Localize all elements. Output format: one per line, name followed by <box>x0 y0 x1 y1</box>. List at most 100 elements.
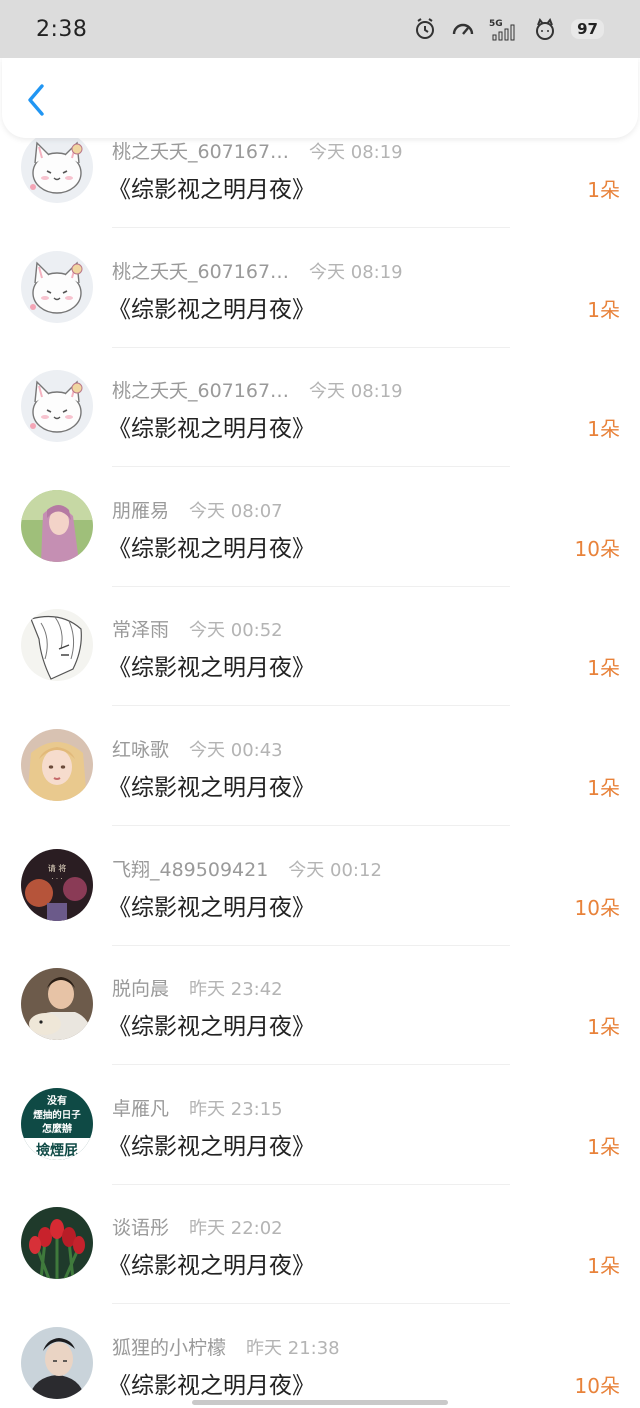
gift-record-row[interactable]: 脱向晨 昨天 23:42 《综影视之明月夜》 1朵 <box>0 964 640 1084</box>
status-time: 2:38 <box>36 16 88 42</box>
book-title[interactable]: 《综影视之明月夜》 <box>108 1127 315 1161</box>
gift-record-row[interactable]: 狐狸的小柠檬 昨天 21:38 《综影视之明月夜》 10朵 <box>0 1323 640 1408</box>
record-meta: 桃之夭夭_607167… 今天 08:19 <box>112 376 403 403</box>
user-avatar[interactable] <box>21 1207 93 1279</box>
record-meta: 飞翔_489509421 今天 00:12 <box>112 855 382 882</box>
signal-icon: 5G <box>489 17 519 41</box>
chevron-left-icon <box>28 84 44 116</box>
username[interactable]: 桃之夭夭_607167… <box>112 137 289 164</box>
record-meta: 桃之夭夭_607167… 今天 08:19 <box>112 257 403 284</box>
username[interactable]: 卓雁凡 <box>112 1094 169 1121</box>
username[interactable]: 狐狸的小柠檬 <box>112 1333 226 1360</box>
flower-amount: 1朵 <box>587 178 620 202</box>
gift-record-row[interactable]: 没有 煙抽的日子 怎麼辦 撿煙屁 卓雁凡 昨天 23:15 《综影视之明月夜》 1朵 <box>0 1084 640 1204</box>
user-avatar[interactable]: 没有煙抽的日子 怎麼辦撿煙屁 <box>21 1088 93 1160</box>
status-icons: 5G 97 <box>413 17 604 41</box>
username[interactable]: 谈语彤 <box>112 1213 169 1240</box>
svg-text:怎麼辦: 怎麼辦 <box>42 1122 72 1135</box>
home-indicator <box>192 1400 448 1405</box>
svg-text:请 将: 请 将 <box>48 863 67 873</box>
row-divider <box>112 466 510 467</box>
username[interactable]: 桃之夭夭_607167… <box>112 376 289 403</box>
timestamp: 昨天 23:15 <box>189 1099 283 1120</box>
timestamp: 今天 08:07 <box>189 501 283 522</box>
row-divider <box>112 1064 510 1065</box>
book-title[interactable]: 《综影视之明月夜》 <box>108 648 315 682</box>
user-avatar[interactable] <box>21 1327 93 1399</box>
row-divider <box>112 825 510 826</box>
book-title[interactable]: 《综影视之明月夜》 <box>108 529 315 563</box>
top-nav-bar <box>2 58 638 138</box>
user-avatar[interactable] <box>21 370 93 442</box>
user-avatar[interactable] <box>21 729 93 801</box>
flower-amount: 1朵 <box>587 656 620 680</box>
status-bar: 2:38 5G 97 <box>0 0 640 58</box>
network-label: 5G <box>489 19 503 29</box>
user-avatar[interactable] <box>21 251 93 323</box>
timestamp: 昨天 21:38 <box>246 1338 340 1359</box>
row-divider <box>112 1184 510 1185</box>
username[interactable]: 飞翔_489509421 <box>112 855 268 882</box>
flower-amount: 1朵 <box>587 776 620 800</box>
book-title[interactable]: 《综影视之明月夜》 <box>108 888 315 922</box>
svg-text:· · ·: · · · <box>51 875 62 883</box>
record-meta: 常泽雨 今天 00:52 <box>112 615 283 642</box>
book-title[interactable]: 《综影视之明月夜》 <box>108 290 315 324</box>
gift-record-row[interactable]: 桃之夭夭_607167… 今天 08:19 《综影视之明月夜》 1朵 <box>0 247 640 367</box>
book-title[interactable]: 《综影视之明月夜》 <box>108 1007 315 1041</box>
username[interactable]: 朋雁易 <box>112 496 169 523</box>
book-title[interactable]: 《综影视之明月夜》 <box>108 1246 315 1280</box>
record-meta: 脱向晨 昨天 23:42 <box>112 974 283 1001</box>
book-title[interactable]: 《综影视之明月夜》 <box>108 1366 315 1400</box>
gift-record-row[interactable]: 红咏歌 今天 00:43 《综影视之明月夜》 1朵 <box>0 725 640 845</box>
record-meta: 卓雁凡 昨天 23:15 <box>112 1094 283 1121</box>
username[interactable]: 常泽雨 <box>112 615 169 642</box>
gift-record-row[interactable]: 常泽雨 今天 00:52 《综影视之明月夜》 1朵 <box>0 605 640 725</box>
gift-record-row[interactable]: 桃之夭夭_607167… 今天 08:19 《综影视之明月夜》 1朵 <box>0 127 640 247</box>
username[interactable]: 红咏歌 <box>112 735 169 762</box>
svg-text:煙抽的日子: 煙抽的日子 <box>33 1109 81 1121</box>
record-meta: 桃之夭夭_607167… 今天 08:19 <box>112 137 403 164</box>
row-divider <box>112 705 510 706</box>
alarm-icon <box>413 17 437 41</box>
gift-record-row[interactable]: 桃之夭夭_607167… 今天 08:19 《综影视之明月夜》 1朵 <box>0 366 640 486</box>
timestamp: 今天 00:12 <box>288 860 382 881</box>
timestamp: 昨天 23:42 <box>189 979 283 1000</box>
book-title[interactable]: 《综影视之明月夜》 <box>108 768 315 802</box>
flower-amount: 10朵 <box>574 896 620 920</box>
user-avatar[interactable] <box>21 490 93 562</box>
book-title[interactable]: 《综影视之明月夜》 <box>108 409 315 443</box>
user-avatar[interactable] <box>21 609 93 681</box>
svg-text:撿煙屁: 撿煙屁 <box>36 1142 78 1159</box>
gift-record-row[interactable]: 谈语彤 昨天 22:02 《综影视之明月夜》 1朵 <box>0 1203 640 1323</box>
timestamp: 今天 08:19 <box>309 381 403 402</box>
record-meta: 朋雁易 今天 08:07 <box>112 496 283 523</box>
svg-text:没有: 没有 <box>47 1094 67 1107</box>
record-meta: 狐狸的小柠檬 昨天 21:38 <box>112 1333 340 1360</box>
user-avatar[interactable]: 请 将 · · · <box>21 849 93 921</box>
flower-amount: 1朵 <box>587 1135 620 1159</box>
flower-amount: 10朵 <box>574 1374 620 1398</box>
wifi-cat-icon <box>533 17 557 41</box>
timestamp: 今天 08:19 <box>309 142 403 163</box>
timestamp: 昨天 22:02 <box>189 1218 283 1239</box>
row-divider <box>112 347 510 348</box>
book-title[interactable]: 《综影视之明月夜》 <box>108 170 315 204</box>
flower-amount: 10朵 <box>574 537 620 561</box>
back-button[interactable] <box>20 80 52 120</box>
timestamp: 今天 08:19 <box>309 262 403 283</box>
row-divider <box>112 586 510 587</box>
record-meta: 红咏歌 今天 00:43 <box>112 735 283 762</box>
username[interactable]: 脱向晨 <box>112 974 169 1001</box>
row-divider <box>112 945 510 946</box>
gift-record-row[interactable]: 请 将 · · · 飞翔_489509421 今天 00:12 《综影视之明月夜》 10朵 <box>0 845 640 965</box>
flower-amount: 1朵 <box>587 417 620 441</box>
gift-record-row[interactable]: 朋雁易 今天 08:07 《综影视之明月夜》 10朵 <box>0 486 640 606</box>
user-avatar[interactable] <box>21 131 93 203</box>
row-divider <box>112 227 510 228</box>
username[interactable]: 桃之夭夭_607167… <box>112 257 289 284</box>
flower-amount: 1朵 <box>587 298 620 322</box>
row-divider <box>112 1303 510 1304</box>
record-meta: 谈语彤 昨天 22:02 <box>112 1213 283 1240</box>
user-avatar[interactable] <box>21 968 93 1040</box>
